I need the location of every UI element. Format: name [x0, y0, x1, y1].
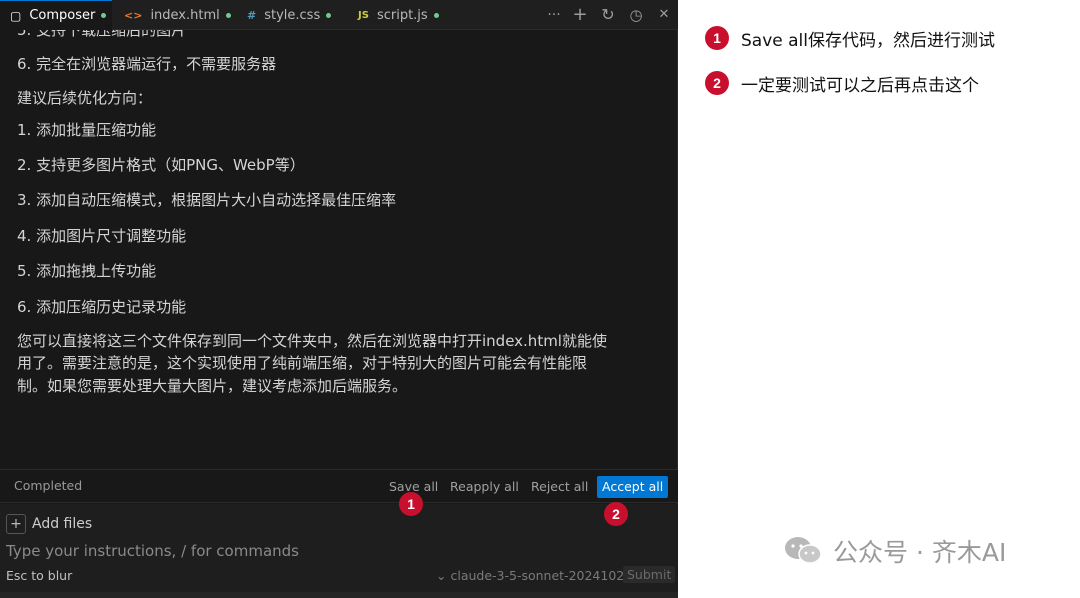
modified-dot-icon — [326, 12, 332, 18]
add-files-button[interactable]: + Add files — [6, 514, 92, 534]
status-text: Completed — [14, 478, 83, 493]
list-item: 6. 完全在浏览器端运行，不需要服务器 — [17, 55, 277, 73]
watermark-text: 公众号 · 齐木AI — [833, 538, 1007, 567]
paragraph-line: 制。如果您需要处理大量大图片，建议考虑添加后端服务。 — [17, 377, 408, 395]
tab-composer[interactable]: ▢ Composer — [0, 0, 112, 30]
modified-dot-icon — [433, 12, 439, 18]
tab-label: script.js — [376, 7, 428, 23]
refresh-icon[interactable]: ↻ — [598, 5, 618, 25]
more-icon[interactable]: ··· — [544, 5, 564, 25]
tab-style-css[interactable]: # style.css — [247, 0, 347, 30]
add-files-label: Add files — [32, 516, 93, 532]
tab-script-js[interactable]: JS script.js — [358, 0, 453, 30]
annotation-marker-2: 2 — [604, 502, 628, 526]
list-item: 3. 添加自动压缩模式，根据图片大小自动选择最佳压缩率 — [17, 191, 397, 209]
note-text-1: Save all保存代码，然后进行测试 — [741, 31, 995, 51]
bottom-strip — [0, 592, 678, 598]
list-item: 4. 添加图片尺寸调整功能 — [17, 227, 187, 245]
note-marker-2: 2 — [705, 71, 729, 95]
composer-input-area: + Add files Type your instructions, / fo… — [0, 504, 678, 598]
modified-dot-icon — [225, 12, 231, 18]
composer-panel: ▢ Composer <> index.html # style.css JS … — [0, 0, 678, 598]
paragraph-line: 用了。需要注意的是，这个实现使用了纯前端压缩，对于特别大的图片可能会有性能限 — [17, 354, 588, 372]
esc-hint: Esc to blur — [6, 568, 73, 583]
plus-icon: + — [6, 514, 26, 534]
annotation-marker-1: 1 — [399, 492, 423, 516]
list-item: 2. 支持更多图片格式（如PNG、WebP等） — [17, 156, 305, 174]
css-icon: # — [247, 8, 257, 22]
new-chat-icon[interactable]: + — [570, 5, 590, 25]
html-icon: <> — [124, 8, 143, 22]
reject-all-button[interactable]: Reject all — [531, 477, 588, 497]
close-icon[interactable]: ✕ — [654, 5, 674, 25]
composer-icon: ▢ — [10, 8, 22, 23]
section-heading: 建议后续优化方向： — [17, 89, 153, 107]
js-icon: JS — [358, 9, 369, 21]
list-item: 5. 添加拖拽上传功能 — [17, 262, 157, 280]
paragraph-line: 您可以直接将这三个文件保存到同一个文件夹中，然后在浏览器中打开index.htm… — [17, 332, 607, 350]
tab-label: Composer — [29, 8, 96, 23]
model-name: claude-3-5-sonnet-20241022 — [450, 568, 633, 583]
history-icon[interactable]: ◷ — [626, 5, 646, 25]
tab-bar: ▢ Composer <> index.html # style.css JS … — [0, 0, 678, 30]
list-item: 6. 添加压缩历史记录功能 — [17, 298, 187, 316]
accept-all-button[interactable]: Accept all — [597, 476, 669, 498]
note-text-2: 一定要测试可以之后再点击这个 — [741, 76, 979, 96]
watermark: 公众号 · 齐木AI — [783, 533, 1006, 569]
tab-label: style.css — [264, 7, 321, 23]
tab-index-html[interactable]: <> index.html — [124, 0, 234, 30]
tab-label: index.html — [150, 7, 220, 23]
list-item-partial: 5. 支持下载压缩后的图片 — [17, 30, 187, 39]
instructions-input[interactable]: Type your instructions, / for commands — [6, 542, 299, 560]
reapply-all-button[interactable]: Reapply all — [450, 477, 519, 497]
status-bar: Completed Save all Reapply all Reject al… — [0, 469, 678, 503]
submit-button[interactable]: Submit — [623, 566, 676, 583]
chat-content: 5. 支持下载压缩后的图片 6. 完全在浏览器端运行，不需要服务器 建议后续优化… — [0, 30, 678, 468]
modified-dot-icon — [101, 13, 107, 18]
wechat-icon — [783, 535, 823, 567]
chevron-down-icon: ⌄ — [436, 568, 447, 583]
note-marker-1: 1 — [705, 26, 729, 50]
list-item: 1. 添加批量压缩功能 — [17, 121, 157, 139]
model-selector[interactable]: ⌄ claude-3-5-sonnet-20241022 — [436, 568, 632, 583]
